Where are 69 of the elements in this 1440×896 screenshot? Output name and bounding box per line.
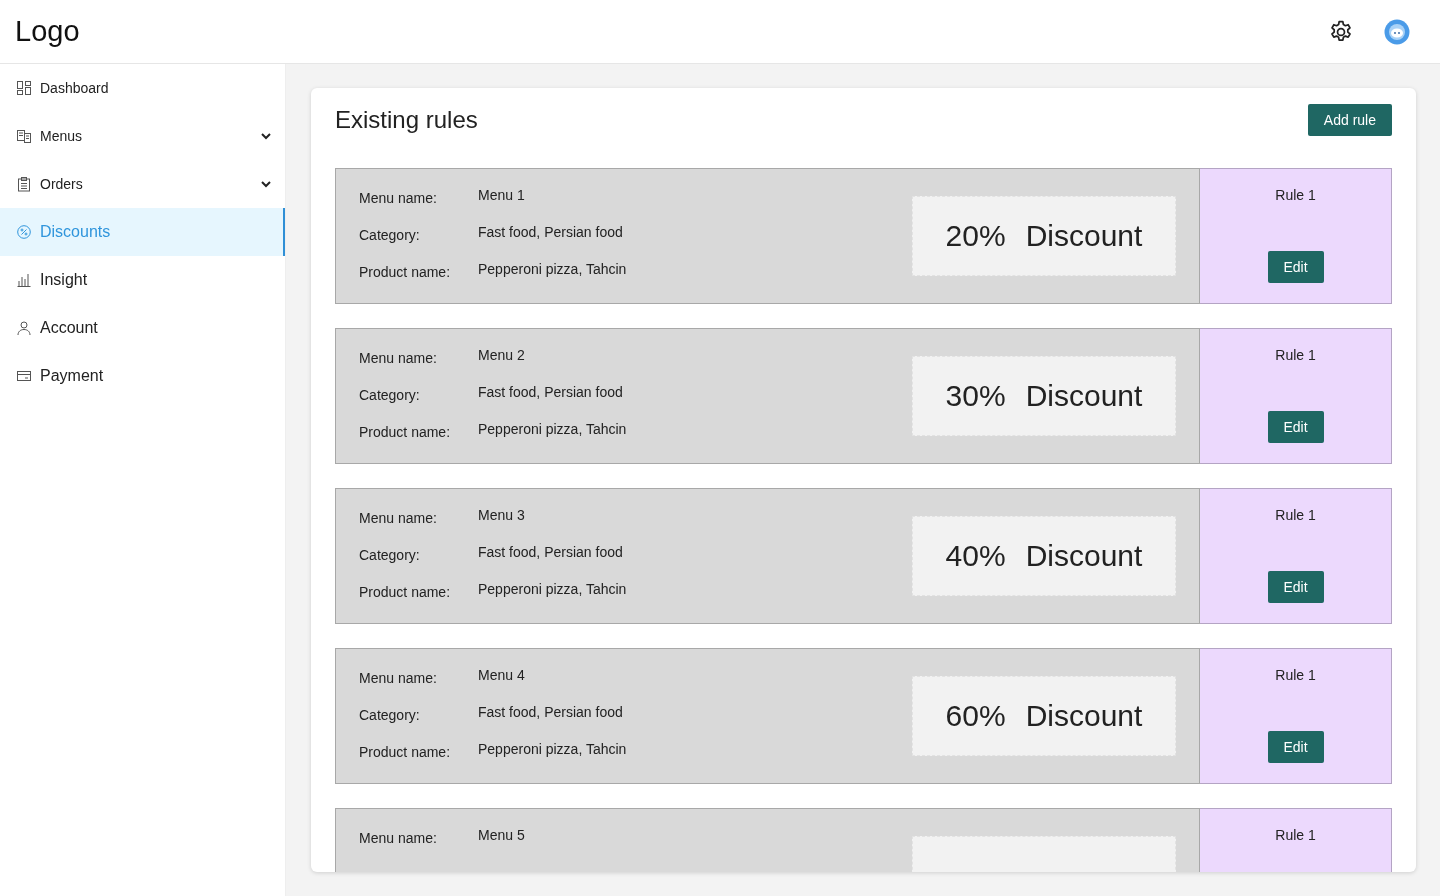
avatar-icon[interactable]	[1384, 18, 1410, 45]
discount-label: Discount	[1025, 699, 1143, 733]
rule-name: Rule 1	[1275, 187, 1316, 203]
edit-button[interactable]: Edit	[1267, 411, 1324, 443]
sidebar-label: Insight	[40, 271, 89, 289]
field-label: Menu name:	[359, 189, 438, 206]
rule-name: Rule 1	[1275, 347, 1316, 363]
field-label: Category:	[359, 226, 421, 243]
sidebar-item[interactable]: Menus	[0, 112, 285, 160]
panel-title: Existing rules	[335, 106, 478, 134]
sidebar-item[interactable]: Orders	[0, 160, 285, 208]
field-label: Menu name:	[359, 349, 438, 366]
discount-percent: 30%	[945, 379, 1006, 413]
field-value: Menu 1	[478, 187, 525, 205]
discount-label: Discount	[1025, 379, 1143, 413]
field-label: Menu name:	[359, 509, 438, 526]
discount-percent: 60%	[945, 699, 1006, 733]
sidebar-label: Dashboard	[40, 80, 110, 96]
discount-percent: 40%	[945, 539, 1006, 573]
field-value: Pepperoni pizza, Tahcin	[478, 261, 627, 279]
add-rule-button[interactable]: Add rule	[1307, 104, 1392, 136]
field-value: Fast food, Persian food	[478, 224, 623, 242]
sidebar-label: Orders	[40, 176, 84, 192]
discount-percent: 20%	[945, 219, 1006, 253]
sidebar-item[interactable]: Account	[0, 304, 285, 352]
field-value: Menu 5	[478, 827, 525, 845]
field-label: Product name:	[359, 263, 452, 280]
field-value: Fast food, Persian food	[478, 384, 623, 402]
edit-button[interactable]: Edit	[1267, 251, 1324, 283]
sidebar-label: Account	[40, 319, 99, 337]
field-label: Category:	[359, 546, 421, 563]
dashboard-icon	[16, 80, 32, 96]
field-label: Category:	[359, 706, 421, 723]
document-icon	[16, 128, 32, 144]
field-value: Menu 3	[478, 507, 525, 525]
sidebar-item[interactable]: Dashboard	[0, 64, 285, 112]
field-label: Product name:	[359, 583, 452, 600]
discount-label: Discount	[1025, 539, 1143, 573]
edit-button[interactable]: Edit	[1267, 731, 1324, 763]
edit-button[interactable]: Edit	[1267, 571, 1324, 603]
sidebar-item[interactable]: Payment	[0, 352, 285, 400]
chevron-down-icon	[261, 132, 271, 140]
rule-name: Rule 1	[1275, 827, 1316, 843]
field-value: Fast food, Persian food	[478, 704, 623, 722]
field-value: Menu 4	[478, 667, 525, 685]
field-value: Pepperoni pizza, Tahcin	[478, 421, 627, 439]
field-label: Menu name:	[359, 829, 438, 846]
logo: Logo	[15, 15, 80, 48]
percent-badge-icon	[16, 224, 32, 240]
field-value: Menu 2	[478, 347, 525, 365]
sidebar-label: Menus	[40, 128, 84, 144]
discount-label: Discount	[1025, 219, 1143, 253]
bar-chart-icon	[16, 272, 32, 288]
card-icon	[16, 368, 32, 384]
field-value: Pepperoni pizza, Tahcin	[478, 741, 627, 759]
rule-name: Rule 1	[1275, 667, 1316, 683]
rule-name: Rule 1	[1275, 507, 1316, 523]
sidebar-item[interactable]: Insight	[0, 256, 285, 304]
field-label: Menu name:	[359, 669, 438, 686]
field-label: Product name:	[359, 423, 452, 440]
field-value: Fast food, Persian food	[478, 544, 623, 562]
field-label: Category:	[359, 386, 421, 403]
sidebar-label: Discounts	[40, 223, 112, 241]
clipboard-icon	[16, 176, 32, 192]
field-label: Product name:	[359, 743, 452, 760]
chevron-down-icon	[261, 180, 271, 188]
sidebar-label: Payment	[40, 367, 105, 385]
person-icon	[16, 320, 32, 336]
field-value: Pepperoni pizza, Tahcin	[478, 581, 627, 599]
